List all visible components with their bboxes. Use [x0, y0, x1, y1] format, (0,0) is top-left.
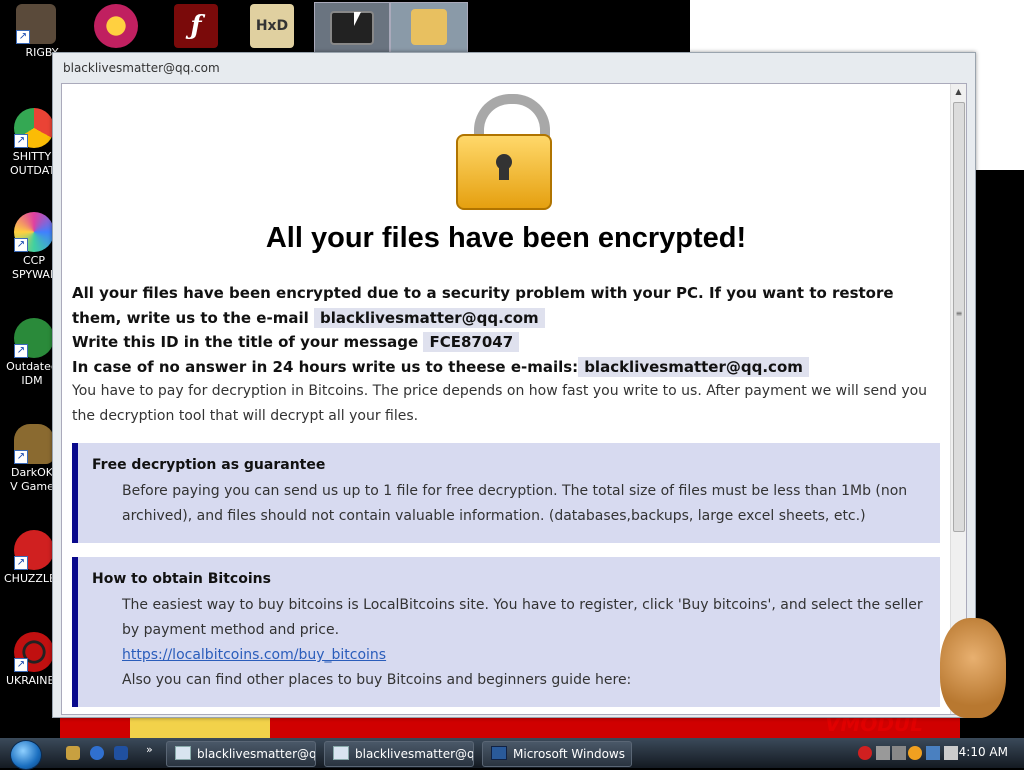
victim-id[interactable]: FCE87047	[423, 332, 520, 352]
window-icon	[491, 746, 507, 760]
mouse-cursor	[354, 12, 361, 26]
paragraph-id: Write this ID in the title of your messa…	[72, 330, 940, 355]
quick-launch-icon[interactable]	[66, 746, 80, 760]
paragraph-backup-email: In case of no answer in 24 hours write u…	[72, 355, 940, 380]
show-desktop-icon[interactable]	[114, 746, 128, 760]
free-decryption-box: Free decryption as guarantee Before payi…	[72, 443, 940, 543]
network-icon[interactable]	[926, 746, 940, 760]
taskbar-label: blacklivesmatter@q...	[355, 747, 474, 761]
desktop-icon-hxd[interactable]: HxD	[246, 2, 298, 50]
grip-icon: ≡	[955, 309, 963, 318]
bitcoin-box: How to obtain Bitcoins The easiest way t…	[72, 557, 940, 707]
system-tray: 4:10 AM	[850, 738, 1024, 768]
scroll-thumb[interactable]: ≡	[953, 102, 965, 532]
clock[interactable]: 4:10 AM	[959, 745, 1008, 759]
page-title: All your files have been encrypted!	[265, 222, 747, 254]
security-alert-icon[interactable]	[858, 746, 872, 760]
paragraph-email: All your files have been encrypted due t…	[72, 281, 940, 330]
window-icon	[175, 746, 191, 760]
taskbar-label: Microsoft Windows	[513, 747, 625, 761]
taskbar-button-1[interactable]: blacklivesmatter@q...	[166, 741, 316, 767]
raccoon-icon: ↗	[16, 4, 56, 44]
paragraph-text: In case of no answer in 24 hours write u…	[72, 357, 579, 376]
terminal-icon	[330, 11, 374, 45]
start-button[interactable]	[10, 740, 42, 770]
box-text: The easiest way to buy bitcoins is Local…	[122, 597, 923, 638]
window-content: All your files have been encrypted! All …	[61, 83, 967, 715]
chrome-icon: ↗	[14, 108, 54, 148]
payment-paragraph: You have to pay for decryption in Bitcoi…	[72, 383, 928, 424]
box-title: How to obtain Bitcoins	[92, 571, 271, 587]
taskbar-label: blacklivesmatter@q...	[197, 747, 316, 761]
scroll-up-icon[interactable]: ▲	[951, 84, 966, 100]
money-bag-icon: ↗	[14, 424, 54, 464]
box-text-2: Also you can find other places to buy Bi…	[122, 672, 632, 688]
ransom-note-window[interactable]: blacklivesmatter@qq.com All your files h…	[52, 52, 976, 718]
search-icon[interactable]	[908, 746, 922, 760]
backup-email-address[interactable]: blacklivesmatter@qq.com	[578, 356, 809, 377]
desktop-icon-label: CHUZZLE	[4, 572, 54, 585]
folder-icon	[411, 9, 447, 45]
pinball-icon	[94, 4, 138, 48]
desktop-icon-label: DarkOK V Game	[10, 466, 54, 493]
radiation-icon: ↗	[14, 632, 54, 672]
desktop-icon-flash[interactable]: ƒ	[170, 2, 222, 50]
tray-app-icon[interactable]	[876, 746, 890, 760]
desktop-icon-label: SHITTY OUTDATED	[10, 150, 54, 177]
box-text: Before paying you can send us up to 1 fi…	[122, 483, 908, 524]
desktop-icon-terminal[interactable]	[314, 2, 390, 54]
quick-launch-more[interactable]: »	[146, 743, 153, 756]
note-body: All your files have been encrypted! All …	[72, 84, 940, 707]
box-title: Free decryption as guarantee	[92, 457, 326, 473]
hamster-image	[940, 618, 1006, 718]
desktop-icon-folder[interactable]	[390, 2, 468, 54]
taskbar: » blacklivesmatter@q... blacklivesmatter…	[0, 738, 1024, 770]
taskbar-button-2[interactable]: blacklivesmatter@q...	[324, 741, 474, 767]
paragraph-text: Write this ID in the title of your messa…	[72, 333, 424, 351]
email-address[interactable]: blacklivesmatter@qq.com	[313, 307, 545, 328]
photos-icon: ↗	[14, 212, 54, 252]
padlock-icon	[456, 94, 556, 212]
flash-icon: ƒ	[174, 4, 218, 48]
localbitcoins-link[interactable]: https://localbitcoins.com/buy_bitcoins	[122, 643, 930, 668]
chuzzle-icon: ↗	[14, 530, 54, 570]
idm-icon: ↗	[14, 318, 54, 358]
tray-app-icon[interactable]	[892, 746, 906, 760]
taskbar-button-3[interactable]: Microsoft Windows	[482, 741, 632, 767]
desktop-icon-label: CCP SPYWARE	[12, 254, 56, 281]
window-title: blacklivesmatter@qq.com	[63, 61, 220, 75]
desktop-icon-label: UKRAINE	[6, 674, 52, 687]
hxd-icon: HxD	[250, 4, 294, 48]
ie-icon[interactable]	[90, 746, 104, 760]
desktop-icon-pinball[interactable]	[90, 2, 142, 50]
window-icon	[333, 746, 349, 760]
volume-icon[interactable]	[944, 746, 958, 760]
